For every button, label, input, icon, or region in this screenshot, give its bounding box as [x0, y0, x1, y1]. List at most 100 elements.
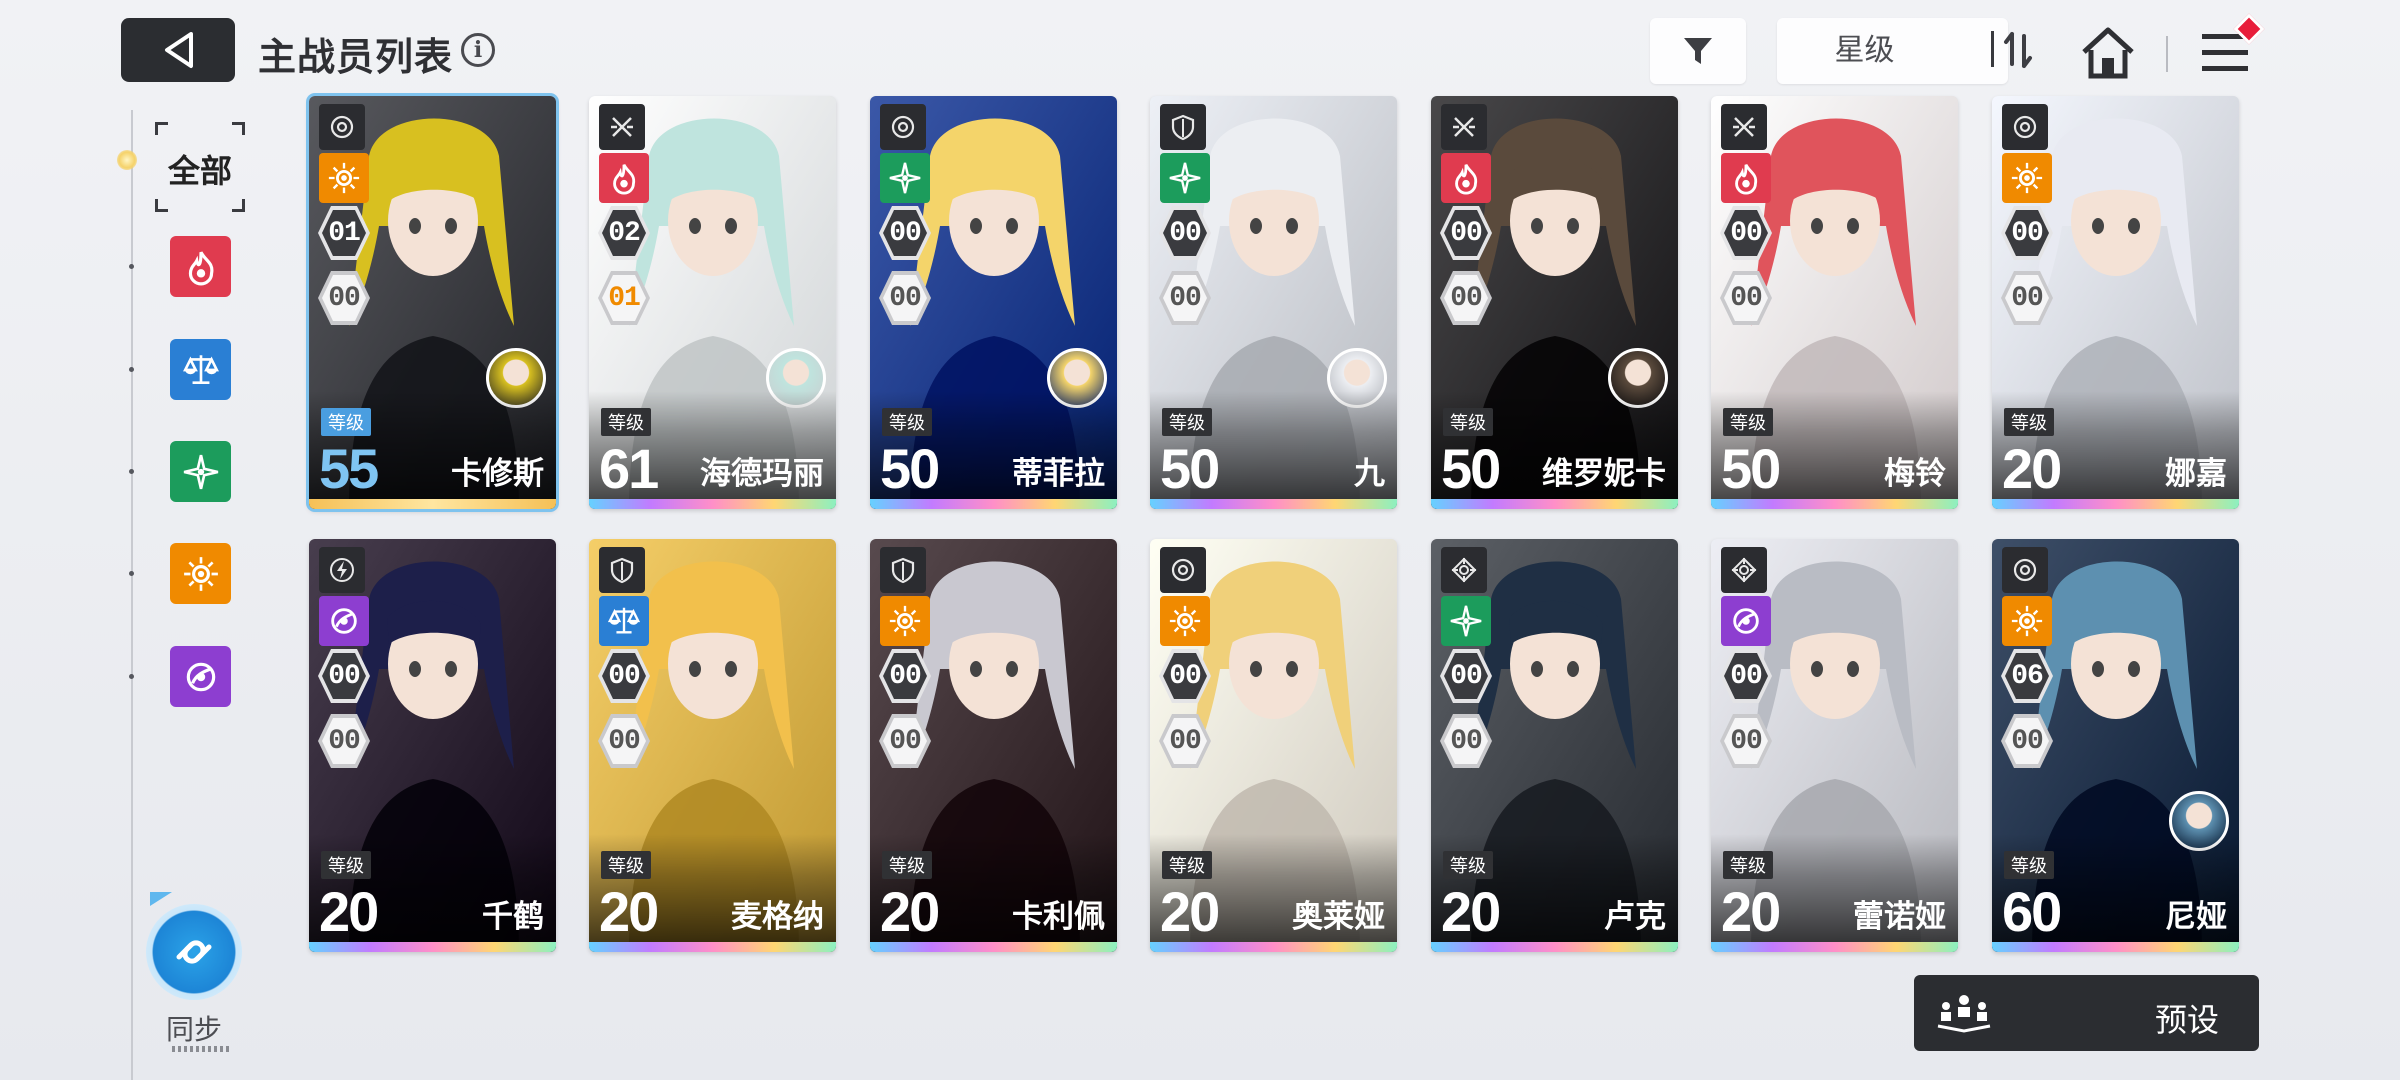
sub-rank-value: 00	[2011, 282, 2044, 314]
level-value: 20	[1160, 880, 1220, 943]
element-badge	[880, 153, 930, 203]
info-icon[interactable]: i	[461, 33, 495, 67]
sub-rank-hex-badge: 00	[1440, 714, 1492, 768]
sub-rank-value: 01	[608, 282, 641, 314]
role-badge	[2002, 104, 2048, 150]
rank-hex-badge: 00	[318, 649, 370, 703]
level-value: 20	[1441, 880, 1501, 943]
radiant-element-icon	[889, 605, 921, 637]
home-button[interactable]	[2079, 24, 2137, 87]
level-value: 20	[1721, 880, 1781, 943]
side-divider-line	[131, 110, 133, 1080]
operator-card[interactable]: 00 00 等级 50 蒂菲拉	[870, 96, 1117, 509]
operator-card[interactable]: 00 00 等级 20 千鹤	[309, 539, 556, 952]
operator-name: 维罗妮卡	[1542, 456, 1666, 491]
operator-card[interactable]: 00 00 等级 50 维罗妮卡	[1431, 96, 1678, 509]
rank-value: 00	[1450, 217, 1483, 249]
radiant-element-icon	[328, 162, 360, 194]
sub-rank-value: 00	[1730, 725, 1763, 757]
wind-element-icon	[889, 162, 921, 194]
operator-card[interactable]: 00 00 等级 20 卡利佩	[870, 539, 1117, 952]
operator-card[interactable]: 00 00 等级 20 麦格纳	[589, 539, 836, 952]
rarity-bar	[589, 499, 836, 509]
sub-rank-hex-badge: 00	[1440, 271, 1492, 325]
operator-card[interactable]: 00 00 等级 50 梅铃	[1711, 96, 1958, 509]
operator-card[interactable]: 00 00 等级 50 九	[1150, 96, 1397, 509]
filter-balance[interactable]	[170, 339, 231, 400]
sub-rank-value: 00	[1450, 725, 1483, 757]
rarity-bar	[870, 942, 1117, 952]
sub-rank-value: 00	[1169, 725, 1202, 757]
sub-rank-value: 00	[328, 725, 361, 757]
rarity-bar	[1711, 499, 1958, 509]
rank-hex-badge: 00	[2001, 206, 2053, 260]
element-badge	[319, 596, 369, 646]
filter-radiant[interactable]	[170, 543, 231, 604]
operator-card[interactable]: 00 00 等级 20 奥莱娅	[1150, 539, 1397, 952]
role-badge	[1160, 104, 1206, 150]
rank-value: 00	[1730, 660, 1763, 692]
sub-rank-hex-badge: 00	[2001, 714, 2053, 768]
sort-divider	[1991, 31, 1994, 67]
filter-wind[interactable]	[170, 441, 231, 502]
rank-value: 00	[328, 660, 361, 692]
sub-rank-value: 00	[328, 282, 361, 314]
back-button[interactable]	[121, 18, 235, 82]
sub-rank-hex-badge: 00	[2001, 271, 2053, 325]
sub-rank-hex-badge: 00	[1720, 271, 1772, 325]
rank-hex-badge: 00	[1720, 206, 1772, 260]
sync-button[interactable]	[146, 904, 242, 1000]
rank-value: 00	[889, 660, 922, 692]
element-badge	[599, 153, 649, 203]
sub-rank-hex-badge: 00	[1720, 714, 1772, 768]
rank-hex-badge: 00	[879, 206, 931, 260]
sort-order-toggle[interactable]	[2000, 30, 2036, 75]
blades-role-icon	[1733, 117, 1755, 137]
crosshair-role-icon	[1731, 557, 1757, 583]
level-tag: 等级	[601, 851, 651, 879]
rarity-bar	[1431, 499, 1678, 509]
shield-role-icon	[610, 557, 634, 584]
sync-decoration	[172, 1046, 230, 1052]
rank-hex-badge: 00	[1159, 649, 1211, 703]
operator-card[interactable]: 00 00 等级 20 卢克	[1431, 539, 1678, 952]
sync-link-icon	[176, 940, 212, 964]
filter-button[interactable]	[1650, 18, 1746, 84]
sort-toggle-icon	[2004, 32, 2032, 68]
sub-rank-value: 00	[608, 725, 641, 757]
blades-role-icon	[1453, 117, 1475, 137]
rank-value: 00	[1169, 217, 1202, 249]
target-role-icon	[330, 115, 354, 139]
burn-element-icon	[1455, 164, 1478, 195]
operator-card[interactable]: 01 00 等级 55 卡修斯	[309, 96, 556, 509]
sub-rank-hex-badge: 00	[598, 714, 650, 768]
role-badge	[880, 104, 926, 150]
level-tag: 等级	[2004, 851, 2054, 879]
rank-value: 00	[1169, 660, 1202, 692]
sort-selector[interactable]: 星级	[1777, 18, 2008, 84]
filter-void[interactable]	[170, 646, 231, 707]
shield-role-icon	[1171, 114, 1195, 141]
sync-indicator	[150, 892, 172, 906]
rarity-bar	[870, 499, 1117, 509]
operator-card[interactable]: 00 00 等级 20 娜嘉	[1992, 96, 2239, 509]
target-role-icon	[2013, 558, 2037, 582]
level-tag: 等级	[1443, 408, 1493, 436]
filter-all[interactable]: 全部	[155, 122, 245, 212]
sub-rank-value: 00	[2011, 725, 2044, 757]
preset-button[interactable]: 预设	[1914, 975, 2259, 1051]
filter-burn[interactable]	[170, 236, 231, 297]
sub-rank-hex-badge: 01	[598, 271, 650, 325]
level-value: 20	[880, 880, 940, 943]
rarity-bar	[309, 499, 556, 509]
level-tag: 等级	[1723, 408, 1773, 436]
operator-card[interactable]: 00 00 等级 20 蕾诺娅	[1711, 539, 1958, 952]
operator-card[interactable]: 02 01 等级 61 海德玛丽	[589, 96, 836, 509]
level-value: 50	[1721, 437, 1781, 500]
level-tag: 等级	[1162, 851, 1212, 879]
sub-rank-hex-badge: 00	[318, 271, 370, 325]
side-tick	[129, 469, 134, 474]
operator-card[interactable]: 06 00 等级 60 尼娅	[1992, 539, 2239, 952]
operator-name: 九	[1354, 456, 1385, 491]
operator-name: 千鹤	[482, 899, 544, 934]
